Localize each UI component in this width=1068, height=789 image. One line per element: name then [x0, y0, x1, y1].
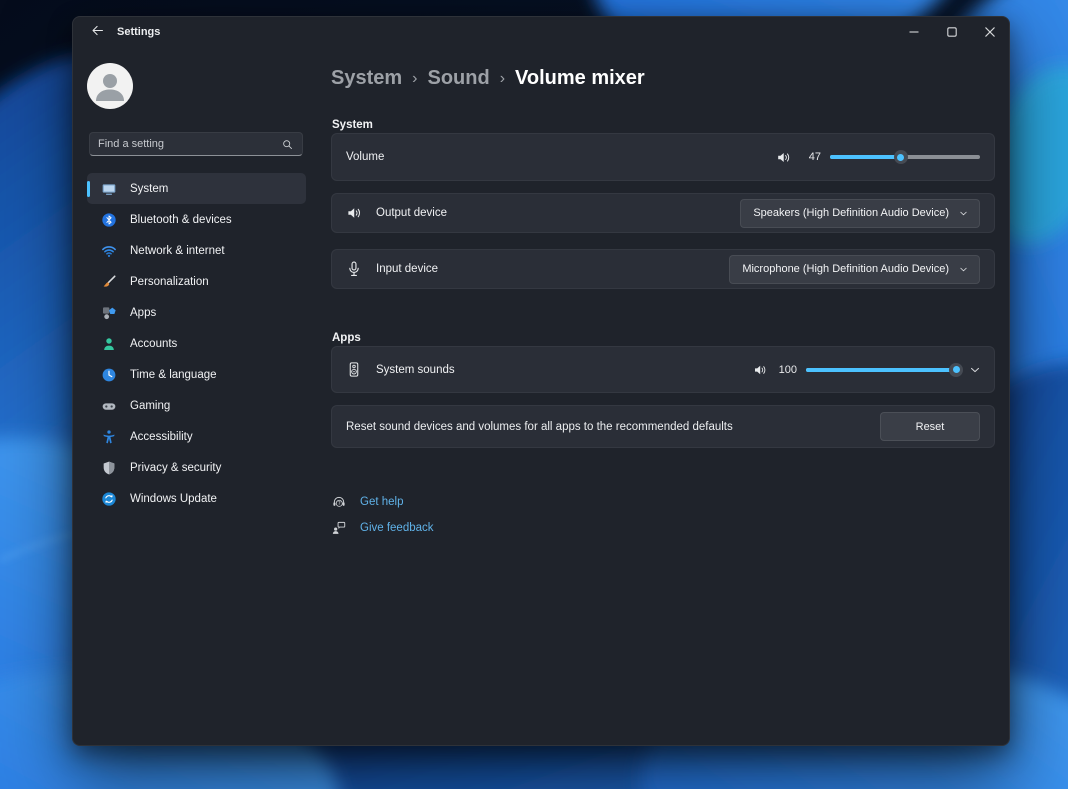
back-arrow-icon	[90, 23, 105, 43]
input-device-value: Microphone (High Definition Audio Device…	[742, 263, 949, 275]
back-button[interactable]	[85, 24, 109, 42]
sidebar-item-bluetooth-devices[interactable]: Bluetooth & devices	[87, 204, 306, 235]
gaming-icon	[101, 398, 117, 414]
system-icon	[101, 181, 117, 197]
selected-indicator	[87, 181, 90, 197]
volume-slider-thumb[interactable]	[894, 150, 908, 164]
search-input[interactable]	[98, 138, 281, 150]
network-icon	[101, 243, 117, 259]
reset-button[interactable]: Reset	[880, 412, 980, 441]
sidebar-nav: System Bluetooth & devices Network & int…	[87, 173, 306, 514]
volume-row: Volume 47	[331, 133, 995, 181]
reset-row: Reset sound devices and volumes for all …	[331, 405, 995, 448]
input-device-row: Input device Microphone (High Definition…	[331, 249, 995, 289]
output-device-row: Output device Speakers (High Definition …	[331, 193, 995, 233]
settings-window: Settings System Bluetooth & devices Netw…	[72, 16, 1010, 746]
get-help-link[interactable]: Get help	[331, 494, 403, 510]
chevron-down-icon	[968, 363, 982, 377]
input-device-dropdown[interactable]: Microphone (High Definition Audio Device…	[729, 255, 980, 284]
breadcrumb-sound[interactable]: Sound	[427, 67, 489, 90]
speaker-icon[interactable]	[752, 362, 768, 378]
volume-label: Volume	[346, 151, 384, 163]
sidebar-item-privacy-security[interactable]: Privacy & security	[87, 452, 306, 483]
input-device-label: Input device	[376, 263, 438, 275]
search-box	[89, 132, 303, 156]
sidebar-item-apps[interactable]: Apps	[87, 297, 306, 328]
sidebar-item-windows-update[interactable]: Windows Update	[87, 483, 306, 514]
sidebar-item-time-language[interactable]: Time & language	[87, 359, 306, 390]
breadcrumb-system[interactable]: System	[331, 67, 402, 90]
output-device-label: Output device	[376, 207, 447, 219]
give-feedback-link[interactable]: Give feedback	[331, 520, 434, 536]
output-device-dropdown[interactable]: Speakers (High Definition Audio Device)	[740, 199, 980, 228]
sidebar-item-network-internet[interactable]: Network & internet	[87, 235, 306, 266]
bluetooth-icon	[101, 212, 117, 228]
system-sounds-slider[interactable]	[806, 363, 956, 377]
speaker-icon	[345, 204, 363, 222]
system-sounds-value: 100	[777, 364, 797, 376]
speaker-icon[interactable]	[775, 149, 792, 166]
accounts-icon	[101, 336, 117, 352]
apps-section-heading: Apps	[332, 332, 361, 344]
volume-slider[interactable]	[830, 150, 980, 164]
help-icon	[331, 494, 347, 510]
sidebar-item-accounts[interactable]: Accounts	[87, 328, 306, 359]
main-content: System › Sound › Volume mixer System Vol…	[331, 17, 995, 747]
sidebar-item-accessibility[interactable]: Accessibility	[87, 421, 306, 452]
sidebar-item-system[interactable]: System	[87, 173, 306, 204]
volume-value: 47	[801, 151, 821, 163]
feedback-icon	[331, 520, 347, 536]
system-sounds-slider-thumb[interactable]	[949, 363, 963, 377]
system-section-heading: System	[332, 119, 373, 131]
system-sounds-label: System sounds	[376, 364, 455, 376]
system-sounds-row: System sounds 100	[331, 346, 995, 393]
output-device-value: Speakers (High Definition Audio Device)	[753, 207, 949, 219]
apps-icon	[101, 305, 117, 321]
accessibility-icon	[101, 429, 117, 445]
chevron-down-icon	[958, 264, 969, 275]
reset-description: Reset sound devices and volumes for all …	[346, 421, 733, 433]
microphone-icon	[345, 260, 363, 278]
personalization-icon	[101, 274, 117, 290]
speaker-box-icon	[345, 361, 363, 379]
breadcrumb: System › Sound › Volume mixer	[331, 67, 645, 90]
app-title: Settings	[117, 26, 160, 38]
chevron-down-icon	[958, 208, 969, 219]
search-icon[interactable]	[281, 138, 294, 151]
time-language-icon	[101, 367, 117, 383]
page-title: Volume mixer	[515, 67, 645, 90]
avatar[interactable]	[87, 63, 133, 109]
sidebar-item-personalization[interactable]: Personalization	[87, 266, 306, 297]
chevron-right-icon: ›	[500, 69, 505, 88]
privacy-security-icon	[101, 460, 117, 476]
sidebar-item-gaming[interactable]: Gaming	[87, 390, 306, 421]
expand-system-sounds-button[interactable]	[968, 363, 982, 377]
chevron-right-icon: ›	[412, 69, 417, 88]
windows-update-icon	[101, 491, 117, 507]
